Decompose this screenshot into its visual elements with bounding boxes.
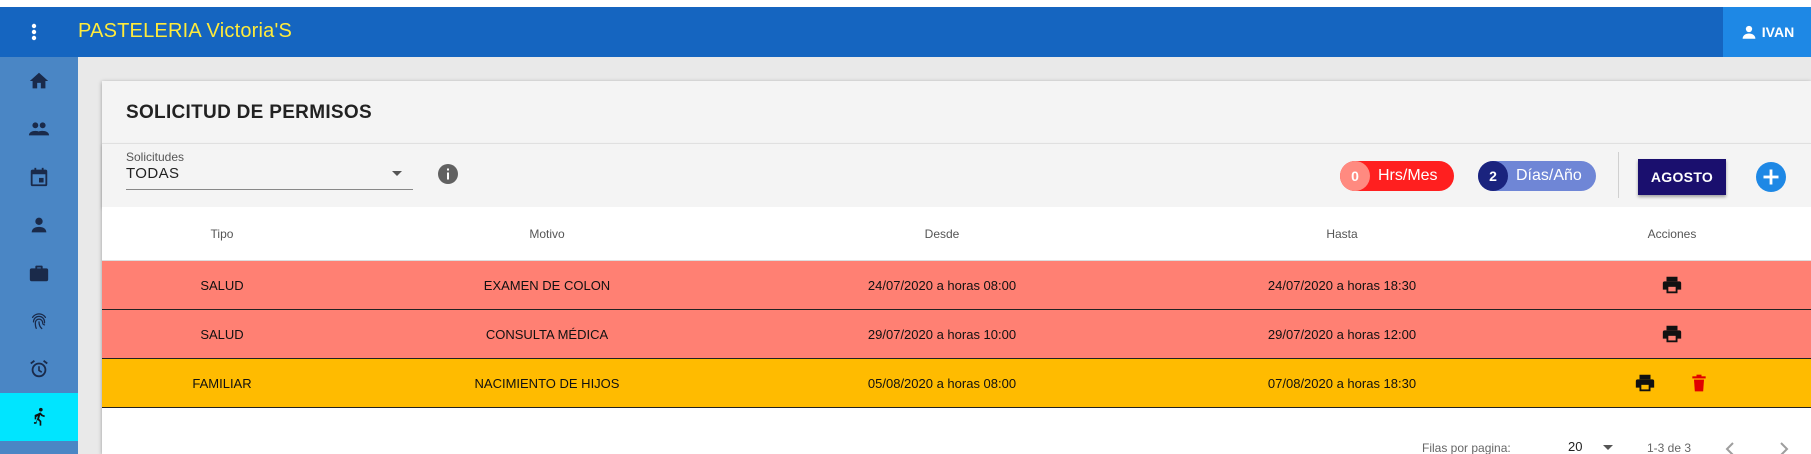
briefcase-icon bbox=[29, 265, 49, 282]
add-request-button[interactable] bbox=[1756, 162, 1786, 192]
cell-motivo: EXAMEN DE COLON bbox=[483, 277, 611, 293]
table-row: SALUD EXAMEN DE COLON 24/07/2020 a horas… bbox=[102, 261, 1811, 310]
top-strip bbox=[0, 0, 1811, 7]
sidebar-item-people[interactable] bbox=[0, 105, 78, 153]
hours-count: 0 bbox=[1340, 161, 1370, 191]
sidebar-item-person[interactable] bbox=[0, 201, 78, 249]
permits-card: SOLICITUD DE PERMISOS Solicitudes TODAS … bbox=[102, 81, 1811, 454]
trash-icon bbox=[1692, 374, 1706, 392]
cell-desde: 24/07/2020 a horas 08:00 bbox=[867, 277, 1017, 293]
table-header: Tipo Motivo Desde Hasta Acciones bbox=[102, 207, 1811, 261]
more-vert-icon bbox=[31, 23, 37, 41]
filter-select[interactable] bbox=[126, 148, 413, 190]
user-name: IVAN bbox=[1761, 24, 1795, 40]
cell-tipo: SALUD bbox=[200, 277, 244, 293]
sidebar-item-alarm[interactable] bbox=[0, 345, 78, 393]
cell-actions bbox=[1592, 261, 1752, 309]
rows-per-page-select[interactable] bbox=[1562, 435, 1622, 454]
cell-desde: 29/07/2020 a horas 10:00 bbox=[867, 326, 1017, 342]
app-title: PASTELERIA Victoria'S bbox=[78, 20, 293, 42]
user-menu-button[interactable]: IVAN bbox=[1723, 7, 1811, 57]
main-content: SOLICITUD DE PERMISOS Solicitudes TODAS … bbox=[78, 57, 1811, 454]
month-button[interactable]: AGOSTO bbox=[1638, 159, 1726, 195]
print-icon bbox=[1635, 374, 1655, 392]
next-page-button[interactable] bbox=[1772, 437, 1796, 454]
toolbar-divider bbox=[1618, 152, 1619, 198]
column-header-hasta[interactable]: Hasta bbox=[1192, 207, 1492, 260]
alarm-icon bbox=[30, 360, 48, 378]
sidebar-item-calendar[interactable] bbox=[0, 153, 78, 201]
cell-motivo: NACIMIENTO DE HIJOS bbox=[474, 375, 620, 391]
chevron-right-icon bbox=[1780, 442, 1789, 454]
running-person-icon bbox=[33, 407, 45, 426]
info-icon bbox=[438, 164, 458, 184]
days-label: Días/Año bbox=[1516, 167, 1582, 184]
account-icon bbox=[1742, 25, 1756, 39]
table-row: FAMILIAR NACIMIENTO DE HIJOS 05/08/2020 … bbox=[102, 359, 1811, 408]
more-menu-button[interactable] bbox=[14, 14, 54, 50]
cell-hasta: 29/07/2020 a horas 12:00 bbox=[1267, 326, 1417, 342]
cell-actions bbox=[1592, 359, 1752, 407]
filter-toolbar: Solicitudes TODAS 0 Hrs/Mes 2 Días/Año A… bbox=[102, 143, 1811, 207]
days-count: 2 bbox=[1478, 161, 1508, 191]
home-icon bbox=[29, 72, 49, 89]
rows-per-page-label: Filas por pagina: bbox=[1422, 441, 1511, 454]
print-button[interactable] bbox=[1660, 322, 1684, 346]
cell-motivo: CONSULTA MÉDICA bbox=[485, 326, 609, 342]
sidebar bbox=[0, 57, 78, 454]
app-bar: PASTELERIA Victoria'S IVAN bbox=[0, 7, 1811, 57]
sidebar-item-fingerprint[interactable] bbox=[0, 297, 78, 345]
cell-actions bbox=[1592, 310, 1752, 358]
permits-table: Tipo Motivo Desde Hasta Acciones SALUD E… bbox=[102, 207, 1811, 408]
table-row: SALUD CONSULTA MÉDICA 29/07/2020 a horas… bbox=[102, 310, 1811, 359]
person-icon bbox=[31, 217, 47, 233]
print-icon bbox=[1662, 325, 1682, 343]
hours-label: Hrs/Mes bbox=[1378, 167, 1438, 184]
info-button[interactable] bbox=[436, 162, 460, 186]
sidebar-item-permits[interactable] bbox=[0, 393, 78, 441]
card-header: SOLICITUD DE PERMISOS bbox=[102, 81, 1811, 143]
hours-per-month-chip: 0 Hrs/Mes bbox=[1340, 161, 1454, 191]
column-header-acciones: Acciones bbox=[1647, 226, 1697, 241]
column-header-tipo[interactable]: Tipo bbox=[142, 207, 302, 260]
cell-tipo: FAMILIAR bbox=[192, 375, 252, 391]
days-per-year-chip: 2 Días/Año bbox=[1478, 161, 1596, 191]
page-title: SOLICITUD DE PERMISOS bbox=[126, 102, 372, 123]
cell-tipo: SALUD bbox=[200, 326, 244, 342]
delete-button[interactable] bbox=[1687, 371, 1711, 395]
column-header-desde[interactable]: Desde bbox=[792, 207, 1092, 260]
fingerprint-icon bbox=[31, 313, 47, 330]
page-range: 1-3 de 3 bbox=[1647, 441, 1692, 454]
print-button[interactable] bbox=[1633, 371, 1657, 395]
add-icon bbox=[1763, 169, 1779, 185]
people-icon bbox=[28, 122, 50, 136]
chevron-left-icon bbox=[1725, 442, 1734, 454]
cell-hasta: 24/07/2020 a horas 18:30 bbox=[1267, 277, 1417, 293]
column-header-motivo[interactable]: Motivo bbox=[412, 207, 682, 260]
print-button[interactable] bbox=[1660, 273, 1684, 297]
sidebar-item-home[interactable] bbox=[0, 57, 78, 105]
pagination: Filas por pagina: 20 1-3 de 3 bbox=[102, 431, 1811, 454]
print-icon bbox=[1662, 276, 1682, 294]
cell-desde: 05/08/2020 a horas 08:00 bbox=[867, 375, 1017, 391]
cell-hasta: 07/08/2020 a horas 18:30 bbox=[1267, 375, 1417, 391]
calendar-icon bbox=[30, 167, 48, 187]
sidebar-item-work[interactable] bbox=[0, 249, 78, 297]
prev-page-button[interactable] bbox=[1718, 437, 1742, 454]
